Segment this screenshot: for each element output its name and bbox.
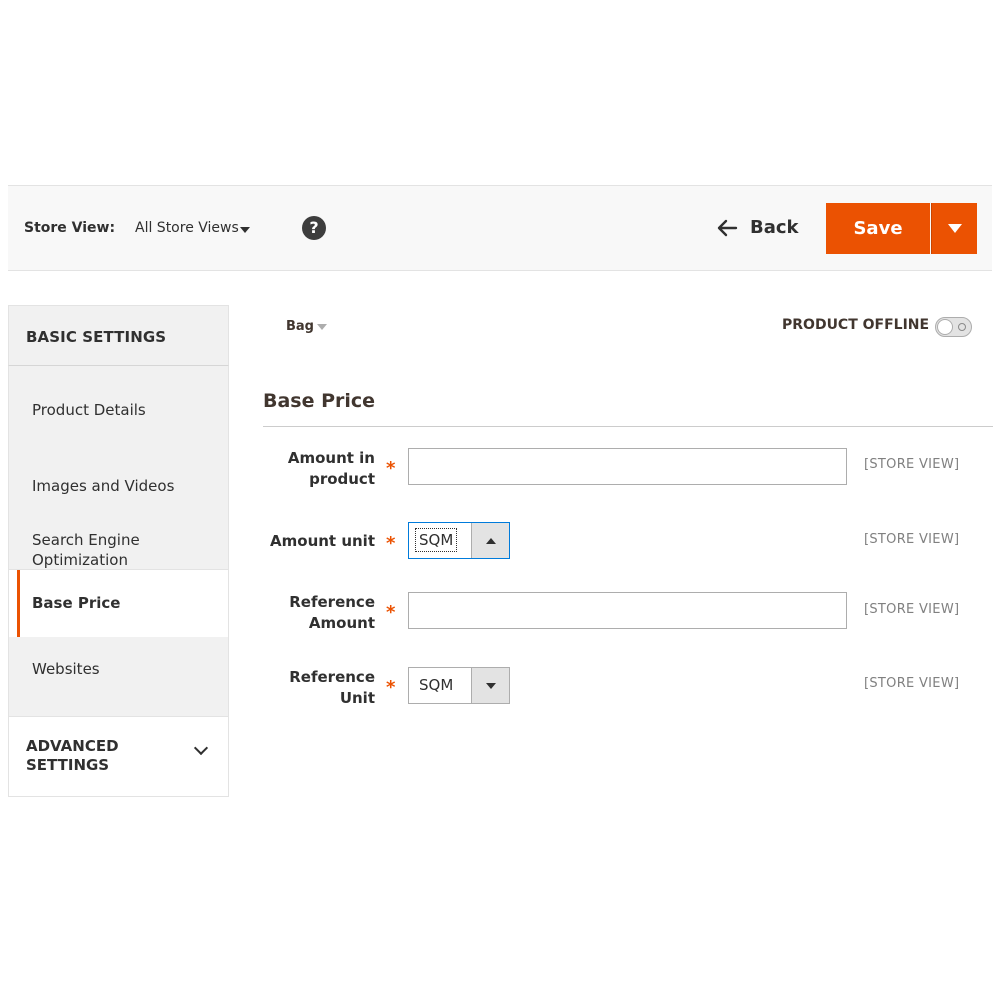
- section-title: Base Price: [263, 390, 376, 412]
- page-actions-toolbar: Store View: All Store Views ? Back Save: [8, 185, 992, 271]
- label-line: Reference: [289, 593, 375, 611]
- advanced-settings-label: ADVANCED SETTINGS: [26, 737, 119, 774]
- field-label-reference-unit: Reference Unit: [255, 667, 375, 709]
- store-view-label: Store View:: [24, 220, 116, 236]
- caret-down-icon[interactable]: [240, 227, 250, 233]
- label-line: product: [309, 470, 375, 488]
- select-value: SQM: [419, 676, 454, 694]
- sidebar-header-basic-settings: BASIC SETTINGS: [8, 305, 229, 366]
- required-marker: *: [386, 602, 396, 623]
- back-label: Back: [750, 217, 799, 238]
- chevron-down-icon: [193, 740, 209, 756]
- label-line: Amount in: [287, 449, 375, 467]
- caret-up-icon: [486, 538, 496, 544]
- arrow-left-icon: [717, 219, 738, 237]
- select-value: SQM: [409, 523, 472, 558]
- amount-unit-select[interactable]: SQM: [408, 522, 510, 559]
- caret-down-icon: [948, 224, 962, 233]
- scope-label: [STORE VIEW]: [864, 676, 960, 691]
- label-line: Reference: [289, 668, 375, 686]
- store-view-switcher[interactable]: All Store Views: [135, 220, 239, 236]
- product-status-toggle[interactable]: [935, 317, 972, 337]
- label-line: Amount: [308, 614, 375, 632]
- required-marker: *: [386, 533, 396, 554]
- select-toggle[interactable]: [471, 523, 509, 558]
- save-button[interactable]: Save: [826, 203, 930, 254]
- toggle-knob: [937, 319, 953, 335]
- field-label-amount-in-product: Amount in product: [255, 448, 375, 490]
- product-sections-sidebar: BASIC SETTINGS Product Details Images an…: [8, 305, 229, 797]
- attribute-set-selector[interactable]: Bag: [286, 319, 314, 334]
- help-icon[interactable]: ?: [302, 216, 326, 240]
- caret-down-icon: [486, 683, 496, 689]
- amount-in-product-input[interactable]: [408, 448, 847, 485]
- sidebar-item-product-details[interactable]: Product Details: [9, 366, 228, 444]
- field-label-amount-unit: Amount unit: [255, 531, 375, 552]
- scope-label: [STORE VIEW]: [864, 532, 960, 547]
- sidebar-list: Product Details Images and Videos Search…: [8, 366, 229, 717]
- off-ring-icon: [958, 323, 966, 331]
- caret-down-icon[interactable]: [317, 324, 327, 330]
- save-options-toggle[interactable]: [931, 203, 977, 254]
- required-marker: *: [386, 458, 396, 479]
- scope-label: [STORE VIEW]: [864, 457, 960, 472]
- label-line: Unit: [339, 689, 375, 707]
- sidebar-item-seo[interactable]: Search Engine Optimization: [9, 508, 228, 570]
- field-label-reference-amount: Reference Amount: [255, 592, 375, 634]
- reference-unit-select[interactable]: SQM: [408, 667, 510, 704]
- scope-label: [STORE VIEW]: [864, 602, 960, 617]
- selected-option: SQM: [415, 528, 458, 552]
- sidebar-item-websites[interactable]: Websites: [9, 637, 228, 717]
- sidebar-advanced-settings[interactable]: ADVANCED SETTINGS: [8, 717, 229, 797]
- reference-amount-input[interactable]: [408, 592, 847, 629]
- sidebar-item-base-price[interactable]: Base Price: [9, 570, 228, 637]
- product-status-label: PRODUCT OFFLINE: [782, 317, 930, 333]
- required-marker: *: [386, 677, 396, 698]
- section-divider: [263, 426, 993, 427]
- label-line: Amount unit: [270, 532, 375, 550]
- sidebar-item-images-and-videos[interactable]: Images and Videos: [9, 444, 228, 508]
- select-toggle[interactable]: [471, 668, 509, 703]
